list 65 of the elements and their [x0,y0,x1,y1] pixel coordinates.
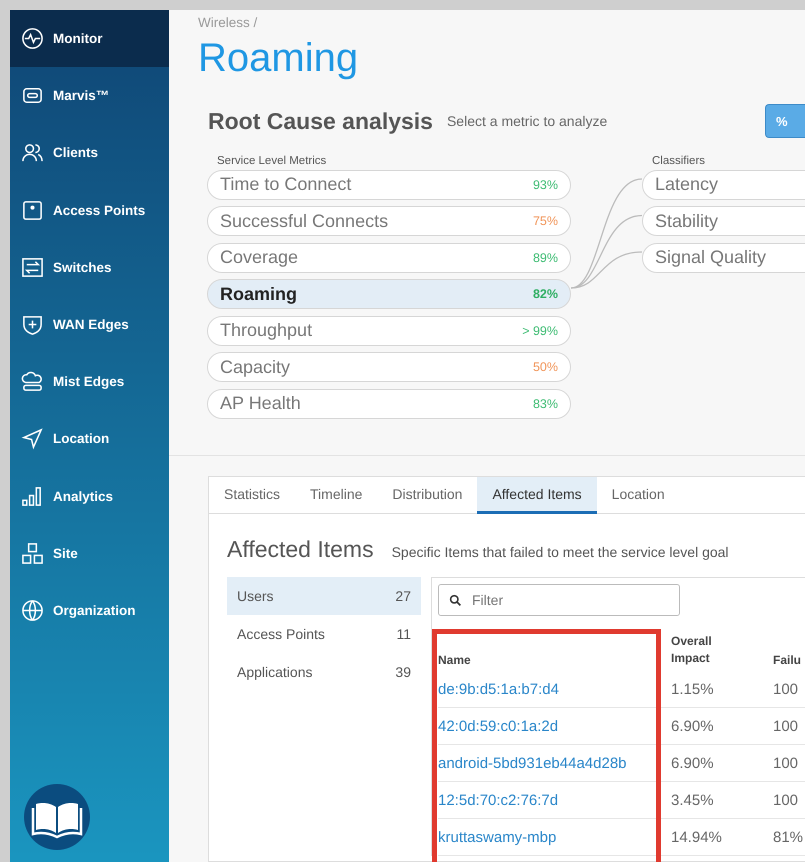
table-cell-text: 14.94% [671,828,723,846]
filter-field[interactable]: Filter [438,584,680,616]
section-heading: Root Cause analysis [208,108,433,134]
table-cell-text: 100 [773,718,800,734]
nav-item[interactable]: Access Points [10,182,169,239]
column-header[interactable]: Overall Impact [671,633,741,667]
column-label: Service Level Metrics [217,154,328,168]
name-link[interactable]: kruttaswamy-mbp [438,828,671,846]
tab[interactable]: Affected Items [477,477,597,514]
nav-item[interactable]: Location [10,410,169,468]
shield-icon [21,313,44,336]
category-item[interactable]: Applications 39 [227,653,421,691]
section-heading: Affected Items [227,536,374,563]
tab[interactable]: Distribution [377,477,478,514]
nav-item[interactable]: Switches [10,238,169,296]
category-item[interactable]: Users 27 [227,577,421,615]
book-icon[interactable] [24,784,90,850]
name-link[interactable]: 42:0d:59:c0:1a:2d [438,718,671,734]
table-cell-text: 3.45% [671,792,715,808]
location-icon [21,427,44,450]
table-cell-text: 1.15% [671,680,715,698]
classifier-pill[interactable]: Stability [642,206,805,236]
cloud-icon [21,370,44,394]
metric-pill[interactable]: Roaming 82% [207,279,571,309]
metric-pill[interactable]: Successful Connects 75% [207,206,571,236]
classifier-pill[interactable]: Signal Quality [642,242,805,272]
pulse-icon [21,27,44,50]
table-cell-text: 100 [773,680,800,698]
tab[interactable]: Location [596,477,680,514]
name-link[interactable]: android-5bd931eb44a4d28b [438,754,671,772]
table-cell-text: 6.90% [671,754,715,772]
tab[interactable]: Statistics [209,477,296,514]
table-cell-text: 6.90% [671,718,715,734]
tab[interactable]: Timeline [295,477,378,514]
metric-pill[interactable]: Coverage 89% [207,242,571,272]
name-link[interactable]: de:9b:d5:1a:b7:d4 [438,680,671,698]
bar-chart-icon [21,484,44,508]
nav-item[interactable]: WAN Edges [10,296,169,354]
arrows-icon [21,256,44,279]
name-link[interactable]: 12:5d:70:c2:76:7d [438,792,671,808]
nav-item[interactable]: Marvis™ [10,67,169,124]
search-icon [449,594,462,607]
table-cell-text: 100 [773,754,800,772]
section-subtitle: Specific Items that failed to meet the service level goal [392,544,729,560]
table-cell-text: 100 [773,792,800,808]
metric-pill[interactable]: Capacity 50% [207,352,571,382]
column-header[interactable]: Name [438,653,671,667]
category-item[interactable]: Access Points 11 [227,615,421,653]
table-cell-text: 81% [773,828,804,846]
squares-icon [21,542,44,565]
nav-item[interactable]: Mist Edges [10,353,169,410]
nav-item[interactable]: Organization [10,582,169,640]
classifier-pill[interactable]: Latency [642,170,805,200]
globe-icon [21,598,44,622]
metric-pill[interactable]: Throughput > 99% [207,316,571,346]
column-label: Classifiers [652,154,706,168]
metric-pill[interactable]: AP Health 83% [207,388,571,418]
nav-item[interactable]: Site [10,524,169,582]
page-title: Roaming [198,35,360,82]
section-subtitle: Select a metric to analyze [446,113,608,129]
column-header[interactable]: Failu [773,653,805,667]
nav-item[interactable]: Monitor [10,10,169,68]
nav-item[interactable]: Analytics [10,468,169,525]
metric-pill[interactable]: Time to Connect 93% [207,170,571,200]
nav-item[interactable]: Clients [10,124,169,182]
